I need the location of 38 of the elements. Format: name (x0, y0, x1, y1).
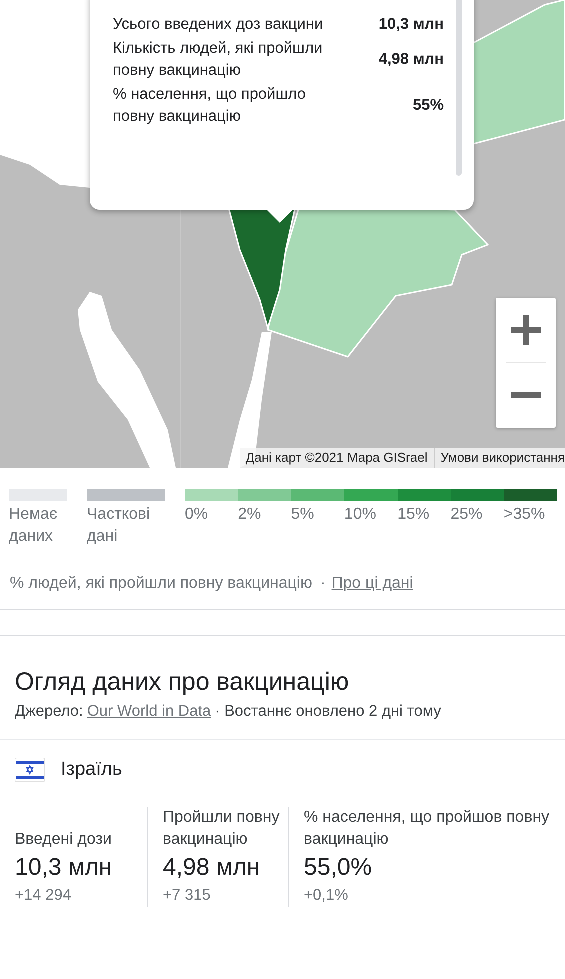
section-title: Огляд даних про вакцинацію (15, 667, 350, 698)
legend-label: Немає даних (9, 505, 59, 547)
plus-icon (511, 315, 541, 345)
stat-label: Пройшли повну вакцинацію (163, 808, 281, 850)
separator-dot: · (320, 575, 326, 592)
legend-label: >35% (504, 505, 546, 525)
legend-label: 10% (344, 505, 378, 525)
stat-change: +7 315 (163, 886, 212, 906)
stat-value: 10,3 млн (15, 853, 114, 883)
tooltip-label: Кількість людей, які пройшли повну вакцинацію (113, 38, 324, 81)
legend-label: 25% (450, 505, 484, 525)
stat-change: +0,1% (304, 886, 350, 906)
legend-label: 0% (185, 505, 210, 525)
legend-label: 5% (291, 505, 316, 525)
tooltip-label: % населення, що пройшло повну вакцинацію (113, 84, 307, 127)
about-data-link[interactable]: Про ці дані (332, 575, 414, 592)
tooltip-value: 55% (412, 97, 444, 115)
stat-label: Введені дози (15, 830, 113, 850)
scrollbar[interactable] (456, 0, 462, 176)
minus-icon (511, 392, 541, 398)
stat-label: % населення, що пройшов повну вакцинацію (304, 808, 550, 850)
stat-change: +14 294 (15, 886, 72, 906)
stat-value: 4,98 млн (163, 853, 262, 883)
tooltip-value: 4,98 млн (378, 51, 444, 69)
country-name: Ізраїль (61, 759, 122, 781)
source-link[interactable]: Our World in Data (87, 703, 212, 720)
legend-label: 2% (238, 505, 262, 525)
flag-icon (15, 758, 45, 782)
legend-caption: % людей, які пройшли повну вакцинацію (10, 575, 312, 592)
legend-label: Часткові дані (87, 505, 152, 547)
terms-link[interactable]: Умови використання (434, 448, 565, 468)
stat-value: 55,0% (304, 853, 374, 883)
source-label: Джерело: (15, 703, 84, 720)
legend-label: 15% (398, 505, 431, 525)
updated-text: · Востаннє оновлено 2 дні тому (215, 703, 442, 720)
tooltip-value: 10,3 млн (378, 16, 444, 34)
map-data-credit: Дані карт ©2021 Мара GISrael (240, 448, 434, 468)
tooltip-label: Усього введених доз вакцини (113, 15, 324, 35)
